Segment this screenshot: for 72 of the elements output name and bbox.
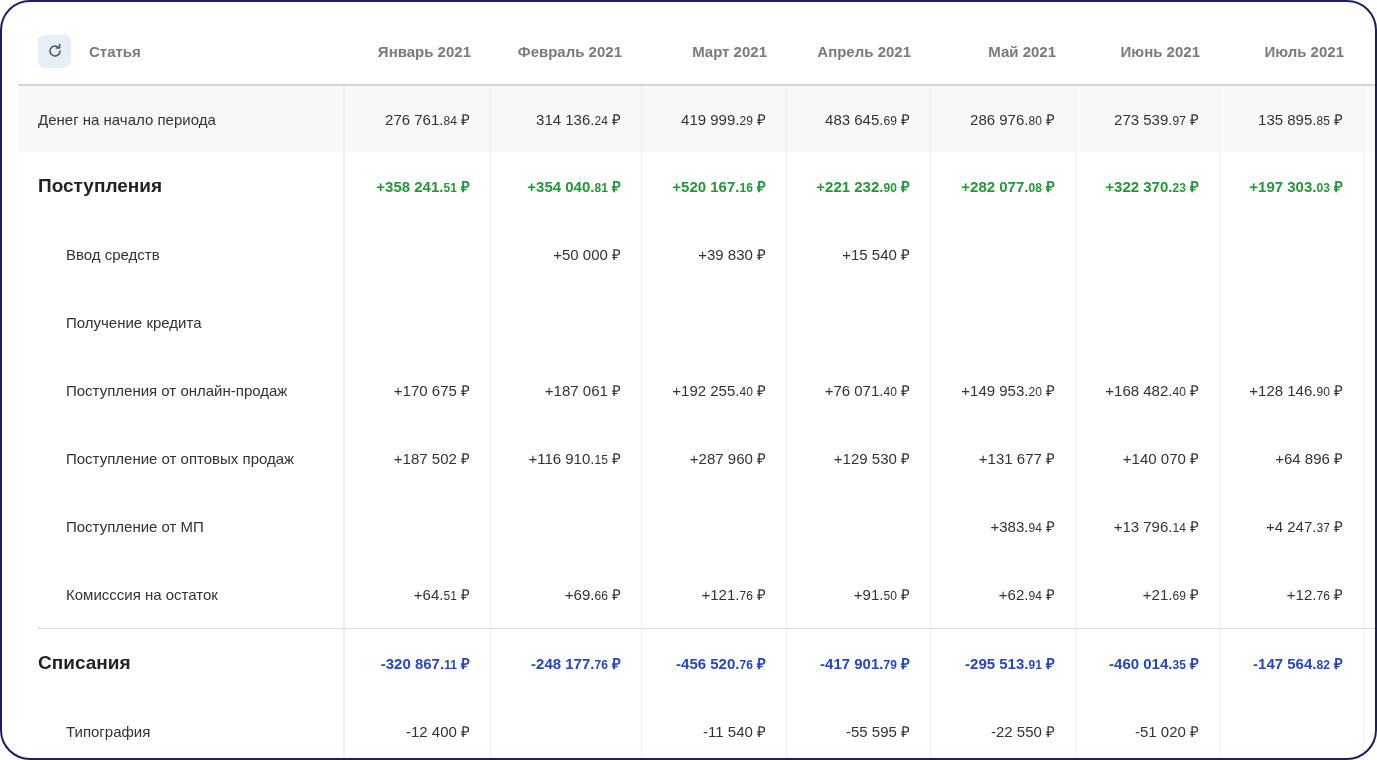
amount-cell: +192 255.40 ₽ [642, 356, 787, 424]
amount-cell: 135 895.85 ₽ [1220, 86, 1364, 152]
amount-cell: +64.51 ₽ [345, 560, 491, 628]
amount-cell: +129 530 ₽ [787, 424, 931, 492]
column-header: Январь 2021 [376, 41, 472, 62]
amount-cell: +197 303.03 ₽ [1220, 152, 1364, 220]
amount-cell: -320 867.11 ₽ [345, 629, 491, 697]
amount-cell: +15 540 ₽ [787, 220, 931, 288]
amount-cell: +187 061 ₽ [491, 356, 642, 424]
column-header: Март 2021 [691, 41, 768, 62]
amount-cell: -22 550 ₽ [931, 697, 1076, 758]
amount-cell: -417 901.79 ₽ [787, 629, 931, 697]
amount-cell: +76 071.40 ₽ [787, 356, 931, 424]
row-label: Поступление от МП [18, 492, 345, 560]
row-label: Ввод средств [18, 220, 345, 288]
amount-cell: -147 564.82 ₽ [1220, 629, 1364, 697]
amount-cell: +287 960 ₽ [642, 424, 787, 492]
amount-cell: +91.50 ₽ [787, 560, 931, 628]
amount-cell: 286 976.80 ₽ [931, 86, 1076, 152]
amount-cell: 419 999.29 ₽ [642, 86, 787, 152]
amount-cell: 276 761.84 ₽ [345, 86, 491, 152]
amount-cell: -11 540 ₽ [642, 697, 787, 758]
amount-cell: -51 020 ₽ [1076, 697, 1220, 758]
amount-cell: +187 502 ₽ [345, 424, 491, 492]
amount-cell: +116 910.15 ₽ [491, 424, 642, 492]
column-header: Июнь 2021 [1119, 41, 1201, 62]
amount-cell: +140 070 ₽ [1076, 424, 1220, 492]
column-header: Июль 2021 [1263, 41, 1345, 62]
refresh-button[interactable] [38, 34, 71, 68]
group-label: Поступления [18, 152, 345, 220]
amount-cell: +170 675 ₽ [345, 356, 491, 424]
amount-cell: +69.66 ₽ [491, 560, 642, 628]
amount-cell: +131 677 ₽ [931, 424, 1076, 492]
amount-cell: -248 177.76 ₽ [491, 629, 642, 697]
amount-cell: -55 595 ₽ [787, 697, 931, 758]
row-label: Поступления от онлайн-продаж [18, 356, 345, 424]
amount-cell: -12 400 ₽ [345, 697, 491, 758]
amount-cell: +13 796.14 ₽ [1076, 492, 1220, 560]
amount-cell: 483 645.69 ₽ [787, 86, 931, 152]
amount-cell: +62.94 ₽ [931, 560, 1076, 628]
amount-cell: -295 513.91 ₽ [931, 629, 1076, 697]
column-header: Май 2021 [987, 41, 1057, 62]
amount-cell: +383.94 ₽ [931, 492, 1076, 560]
amount-cell: +4 247.37 ₽ [1220, 492, 1364, 560]
row-label: Получение кредита [18, 288, 345, 356]
amount-cell: +64 896 ₽ [1220, 424, 1364, 492]
amount-cell: +358 241.51 ₽ [345, 152, 491, 220]
row-label: Комисссия на остаток [18, 560, 345, 628]
column-header: Апрель 2021 [816, 41, 912, 62]
amount-cell: +322 370.23 ₽ [1076, 152, 1220, 220]
column-header: Статья [89, 42, 141, 60]
amount-cell: +12.76 ₽ [1220, 560, 1364, 628]
row-label: Типография [18, 697, 345, 758]
amount-cell: +168 482.40 ₽ [1076, 356, 1220, 424]
amount-cell: +149 953.20 ₽ [931, 356, 1076, 424]
column-header: Февраль 2021 [516, 41, 623, 62]
row-label: Поступление от оптовых продаж [18, 424, 345, 492]
amount-cell: +354 040.81 ₽ [491, 152, 642, 220]
amount-cell: +50 000 ₽ [491, 220, 642, 288]
amount-cell: 314 136.24 ₽ [491, 86, 642, 152]
amount-cell: +282 077.08 ₽ [931, 152, 1076, 220]
amount-cell: +39 830 ₽ [642, 220, 787, 288]
amount-cell: -456 520.76 ₽ [642, 629, 787, 697]
amount-cell: +128 146.90 ₽ [1220, 356, 1364, 424]
amount-cell: +21.69 ₽ [1076, 560, 1220, 628]
amount-cell: +221 232.90 ₽ [787, 152, 931, 220]
amount-cell: 273 539.97 ₽ [1076, 86, 1220, 152]
amount-cell: +121.76 ₽ [642, 560, 787, 628]
group-label: Списания [38, 629, 345, 697]
row-label: Денег на начало периода [18, 86, 345, 152]
amount-cell: +520 167.16 ₽ [642, 152, 787, 220]
amount-cell: -460 014.35 ₽ [1076, 629, 1220, 697]
